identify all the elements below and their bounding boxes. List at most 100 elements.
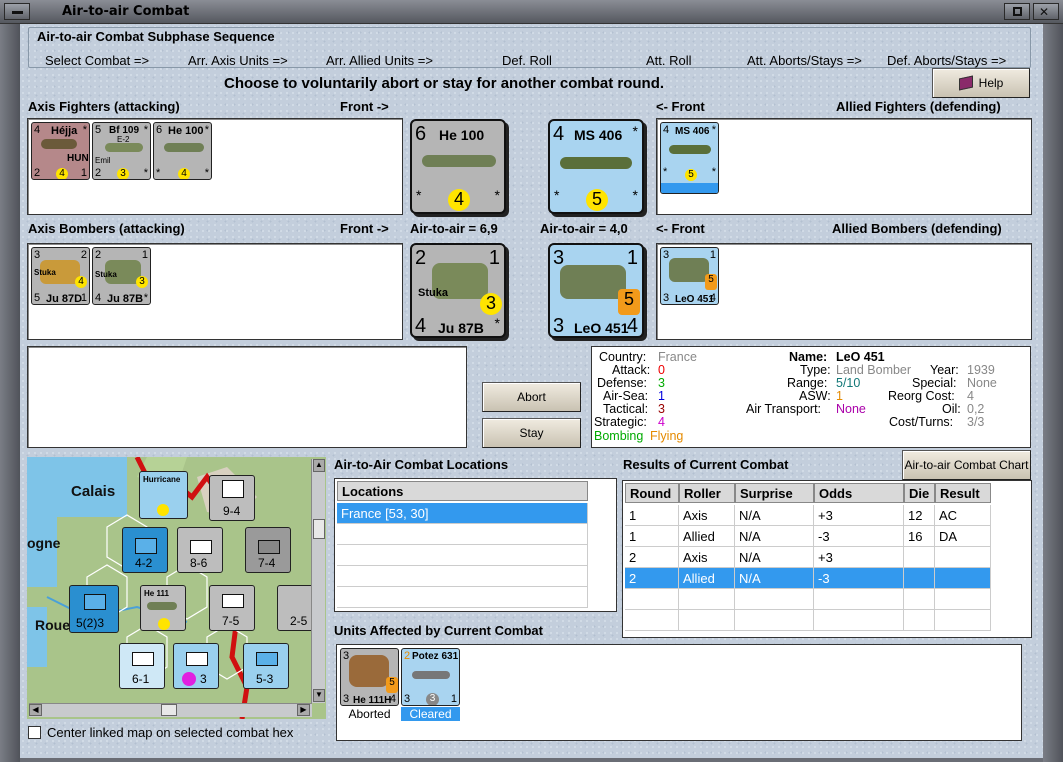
table-cell[interactable]: -3: [814, 526, 904, 547]
counter-dot: 3: [136, 276, 148, 288]
table-cell[interactable]: DA: [935, 526, 991, 547]
axis-front-bomber[interactable]: 2 1 Stuka 3 4 Ju 87B *: [410, 243, 506, 338]
abort-button[interactable]: Abort: [482, 382, 581, 412]
allied-bombers-label: Allied Bombers (defending): [832, 221, 1002, 236]
map-vertical-scrollbar[interactable]: ▲ ▼: [311, 459, 325, 703]
counter-value: *: [143, 167, 148, 179]
table-cell[interactable]: +3: [814, 547, 904, 568]
unit-counter[interactable]: 2 Potez 631 3 3 1: [401, 648, 460, 706]
map-counter[interactable]: 5(2)3: [69, 585, 119, 633]
axis-front-fighter[interactable]: 6 He 100 * 4 *: [410, 119, 506, 214]
air-combat-chart-button[interactable]: Air-to-air Combat Chart: [902, 450, 1031, 480]
scroll-thumb[interactable]: [313, 519, 325, 539]
help-button[interactable]: Help: [932, 68, 1030, 98]
counter-value: 4: [34, 124, 41, 136]
column-header: Die: [904, 483, 935, 503]
counter-dot: 5: [705, 274, 717, 290]
map-counter[interactable]: Hurricane: [139, 471, 188, 519]
table-cell: [904, 610, 935, 631]
allied-front-fighter[interactable]: 4 MS 406 * * 5 *: [548, 119, 644, 214]
map-counter[interactable]: 8-6: [177, 527, 223, 573]
table-cell[interactable]: [904, 568, 935, 589]
scroll-right-icon[interactable]: ▶: [297, 704, 310, 716]
table-cell[interactable]: +3: [814, 505, 904, 526]
unit-counter[interactable]: 2 1 Stuka 3 4 Ju 87B *: [92, 247, 151, 305]
unit-counter[interactable]: 3 1 5 3 LeO 451 4: [660, 247, 719, 305]
table-cell[interactable]: N/A: [735, 505, 814, 526]
unit-counter[interactable]: 4 Héjja * HUN 2 4 1: [31, 122, 90, 180]
unit-counter[interactable]: 3 5 3 He 111H 4: [340, 648, 399, 706]
unit-counter[interactable]: 6 He 100 * * 4 *: [153, 122, 212, 180]
counter-value: 1: [80, 167, 87, 179]
counter-value: *: [663, 166, 668, 178]
instruction-text: Choose to voluntarily abort or stay for …: [224, 75, 665, 92]
map-counter[interactable]: 7-5: [209, 585, 255, 631]
counter-value: 6: [156, 124, 163, 136]
map-horizontal-scrollbar[interactable]: ◀ ▶: [29, 703, 312, 717]
table-cell[interactable]: Axis: [679, 547, 735, 568]
table-cell[interactable]: 1: [625, 526, 679, 547]
counter-value: 5: [34, 292, 41, 304]
maximize-icon[interactable]: [1004, 3, 1030, 20]
list-item[interactable]: France [53, 30]: [337, 503, 588, 524]
counter-value: 3: [343, 650, 350, 662]
allied-front-bomber[interactable]: 3 1 5 3 LeO 451 4: [548, 243, 644, 338]
table-cell[interactable]: 12: [904, 505, 935, 526]
map-counter[interactable]: 5-3: [243, 643, 289, 689]
table-cell[interactable]: Axis: [679, 505, 735, 526]
table-cell[interactable]: [935, 568, 991, 589]
table-cell[interactable]: 2: [625, 568, 679, 589]
counter-text: 7-4: [258, 556, 276, 570]
map-counter[interactable]: 7-4: [245, 527, 291, 573]
table-cell[interactable]: [904, 547, 935, 568]
table-cell[interactable]: Allied: [679, 526, 735, 547]
axis-fighters-panel[interactable]: 4 Héjja * HUN 2 4 1 5 Bf 109 * E-2 Emil …: [27, 118, 403, 215]
plane-icon: [669, 145, 711, 154]
axis-air-to-air-value: Air-to-air = 6,9: [410, 221, 498, 236]
table-cell[interactable]: Allied: [679, 568, 735, 589]
linked-map[interactable]: Calais ogne Rouen Hurricane 9-4 4-2 8-6: [27, 457, 326, 719]
center-map-checkbox[interactable]: [28, 726, 41, 739]
locations-list[interactable]: Locations France [53, 30]: [334, 478, 617, 612]
allied-bombers-panel[interactable]: 3 1 5 3 LeO 451 4: [656, 243, 1032, 340]
table-cell[interactable]: [935, 547, 991, 568]
scroll-left-icon[interactable]: ◀: [29, 704, 42, 716]
map-counter[interactable]: 4-2: [122, 527, 168, 573]
map-counter[interactable]: 3: [173, 643, 219, 689]
table-cell[interactable]: -3: [814, 568, 904, 589]
table-cell[interactable]: N/A: [735, 547, 814, 568]
axis-bombers-panel[interactable]: 3 2 Stuka 4 5 Ju 87D 1 2 1 Stuka 3 4 Ju …: [27, 243, 403, 340]
counter-value: *: [82, 124, 87, 136]
table-cell[interactable]: 16: [904, 526, 935, 547]
affected-units-panel[interactable]: 3 5 3 He 111H 4 Aborted 2 Potez 631 3 3 …: [336, 644, 1022, 741]
counter-value: 3: [34, 249, 41, 261]
map-counter[interactable]: 6-1: [119, 643, 165, 689]
unit-counter[interactable]: 5 Bf 109 * E-2 Emil 2 3 *: [92, 122, 151, 180]
counter-value: *: [711, 124, 716, 136]
scroll-thumb[interactable]: [161, 704, 177, 716]
table-cell: [814, 610, 904, 631]
map-counter[interactable]: He 111: [140, 585, 186, 631]
minimize-icon[interactable]: [4, 3, 30, 20]
close-icon[interactable]: ✕: [1033, 3, 1059, 20]
results-table[interactable]: Round Roller Surprise Odds Die Result 1A…: [622, 480, 1032, 638]
scroll-up-icon[interactable]: ▲: [313, 459, 325, 472]
infantry-icon: [256, 652, 278, 666]
unit-counter[interactable]: 4 MS 406 * * 5 *: [660, 122, 719, 194]
counter-text: HUN: [67, 153, 89, 164]
plane-icon: [349, 655, 389, 687]
title-bar[interactable]: Air-to-air Combat ✕: [0, 0, 1063, 24]
table-cell[interactable]: N/A: [735, 526, 814, 547]
allied-fighters-panel[interactable]: 4 MS 406 * * 5 *: [656, 118, 1032, 215]
unit-counter[interactable]: 3 2 Stuka 4 5 Ju 87D 1: [31, 247, 90, 305]
table-cell[interactable]: 2: [625, 547, 679, 568]
table-cell[interactable]: AC: [935, 505, 991, 526]
stay-button[interactable]: Stay: [482, 418, 581, 448]
affected-title: Units Affected by Current Combat: [334, 623, 543, 638]
map-counter[interactable]: 9-4: [209, 475, 255, 521]
counter-value: 1: [450, 693, 457, 705]
scroll-down-icon[interactable]: ▼: [313, 689, 325, 702]
table-cell[interactable]: 1: [625, 505, 679, 526]
table-cell[interactable]: N/A: [735, 568, 814, 589]
seq-step: Att. Aborts/Stays =>: [747, 53, 862, 68]
